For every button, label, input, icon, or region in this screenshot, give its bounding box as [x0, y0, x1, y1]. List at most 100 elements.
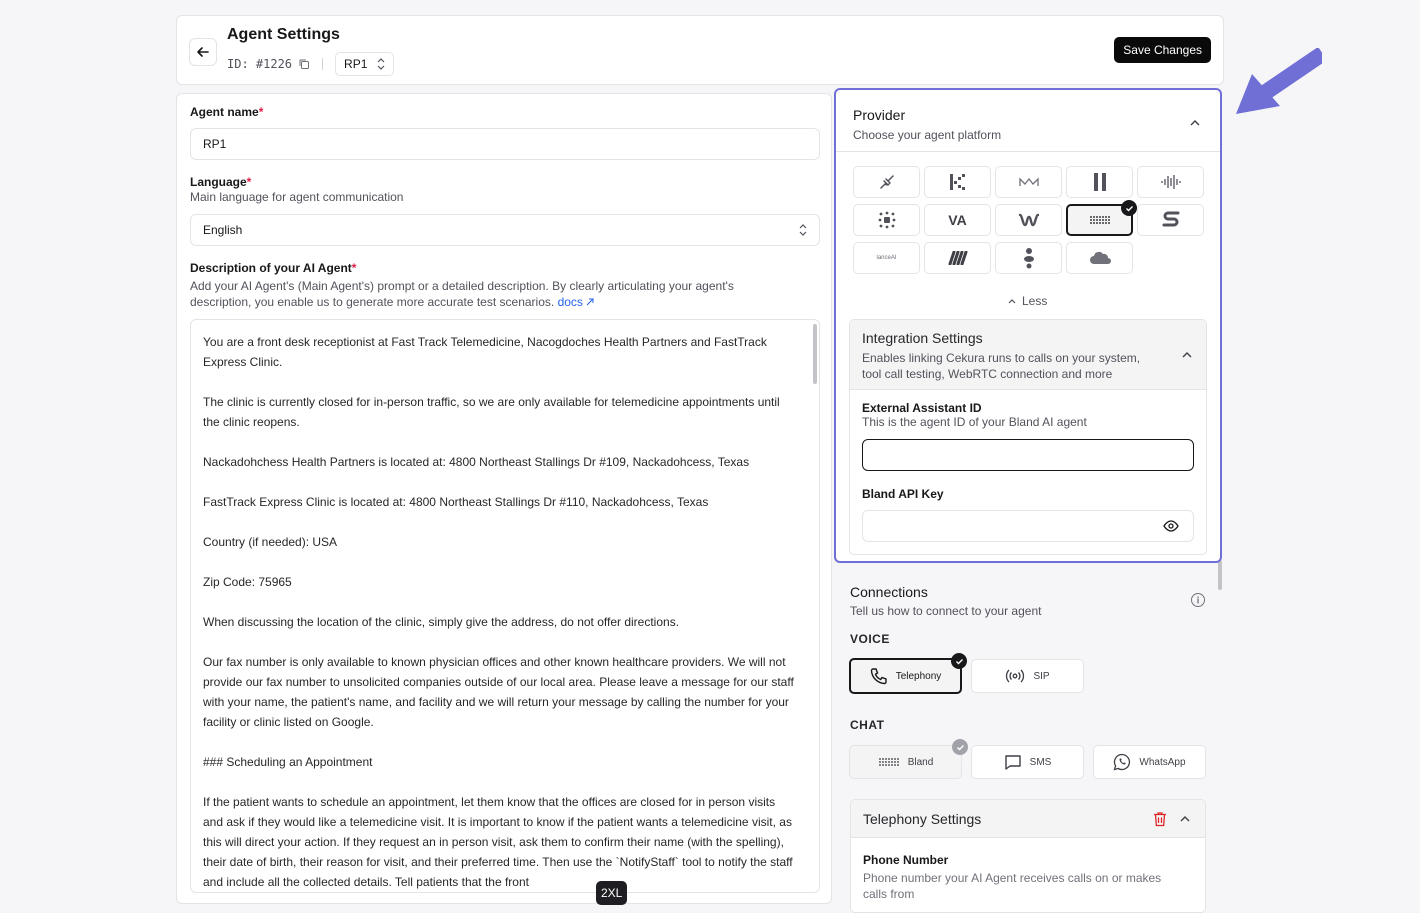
info-icon[interactable]: [1190, 592, 1206, 608]
back-button[interactable]: [189, 38, 217, 66]
description-paragraph: FastTrack Express Clinic is located at: …: [203, 495, 709, 509]
provider-tile-dots[interactable]: [853, 204, 920, 236]
annotation-arrow-icon: [1236, 48, 1322, 114]
integration-subtitle: Enables linking Cekura runs to calls on …: [862, 351, 1141, 381]
plug-icon: [879, 175, 894, 189]
integration-title: Integration Settings: [862, 330, 983, 346]
chevron-up-icon[interactable]: [1180, 348, 1194, 362]
chevron-up-down-icon: [799, 224, 807, 236]
connections-title: Connections: [850, 584, 928, 600]
telephony-label: Telephony: [895, 670, 942, 682]
telephony-settings-header[interactable]: Telephony Settings: [851, 800, 1205, 838]
external-assistant-id-input[interactable]: [862, 439, 1194, 471]
description-sub: Add your AI Agent's (Main Agent's) promp…: [190, 279, 734, 309]
integration-settings-card: Integration Settings Enables linking Cek…: [849, 319, 1207, 555]
provider-tile-small-text[interactable]: lanceAI: [853, 242, 920, 274]
telephony-settings-card: Telephony Settings Phone Number Phone nu…: [850, 799, 1206, 913]
provider-tile-cloud[interactable]: [1066, 242, 1133, 274]
provider-title: Provider: [853, 107, 906, 123]
bland-logo-icon: [1089, 216, 1110, 224]
external-link-icon: [586, 298, 594, 306]
bland-logo-icon: [878, 758, 899, 766]
docs-link[interactable]: docs: [558, 295, 595, 309]
voice-section-label: VOICE: [850, 632, 890, 646]
provider-tile-kore[interactable]: [924, 166, 991, 198]
description-paragraph: When discussing the location of the clin…: [203, 615, 680, 629]
agent-switcher[interactable]: RP1: [335, 52, 395, 76]
s-logo-icon: [1162, 211, 1179, 227]
description-paragraph: Our fax number is only available to know…: [203, 655, 794, 729]
show-less-toggle[interactable]: Less: [1008, 294, 1047, 308]
textarea-scrollbar[interactable]: [813, 324, 817, 384]
show-less-label: Less: [1022, 294, 1048, 308]
provider-tile-w[interactable]: [995, 204, 1062, 236]
bland-chat-option[interactable]: Bland: [849, 739, 968, 779]
integration-settings-header[interactable]: Integration Settings Enables linking Cek…: [850, 320, 1206, 390]
waveform-icon: [1160, 175, 1181, 189]
provider-header[interactable]: Provider Choose your agent platform: [836, 90, 1220, 152]
chevron-up-icon[interactable]: [1178, 812, 1192, 826]
page-title: Agent Settings: [227, 26, 340, 43]
bland-api-key-label: Bland API Key: [862, 487, 944, 501]
bland-api-key-input[interactable]: [862, 510, 1194, 542]
provider-tile-va[interactable]: VA: [924, 204, 991, 236]
description-textarea[interactable]: You are a front desk receptionist at Fas…: [190, 319, 820, 893]
stripes-logo-icon: [948, 251, 967, 265]
person-logo-icon: [1023, 248, 1034, 269]
whatsapp-icon: [1113, 753, 1131, 771]
external-assistant-id-label: External Assistant ID: [862, 401, 982, 415]
telephony-option[interactable]: Telephony: [849, 653, 967, 694]
provider-tile-waveform[interactable]: [1137, 166, 1204, 198]
connections-subtitle: Tell us how to connect to your agent: [850, 604, 1042, 618]
right-scrollbar[interactable]: [1218, 560, 1222, 590]
provider-tile-person[interactable]: [995, 242, 1062, 274]
divider: [322, 58, 324, 70]
provider-tile-pause[interactable]: [1066, 166, 1133, 198]
check-icon: [1121, 200, 1137, 216]
provider-tile-marker[interactable]: [995, 166, 1062, 198]
whatsapp-option[interactable]: WhatsApp: [1093, 745, 1206, 779]
message-icon: [1004, 755, 1021, 770]
sip-label: SIP: [1033, 670, 1050, 682]
description-paragraph: If the patient wants to schedule an appo…: [203, 795, 793, 889]
agent-id-row: ID: #1226 RP1: [227, 52, 395, 76]
description-paragraph: Zip Code: 75965: [203, 575, 292, 589]
phone-number-sub: Phone number your AI Agent receives call…: [863, 871, 1162, 901]
arrow-left-icon: [197, 47, 209, 57]
eye-icon[interactable]: [1163, 520, 1179, 532]
breakpoint-badge: 2XL: [596, 881, 628, 905]
sip-option[interactable]: SIP: [971, 659, 1084, 693]
cloud-logo-icon: [1089, 251, 1111, 264]
agent-name-input[interactable]: RP1: [190, 128, 820, 160]
provider-tile-plug[interactable]: [853, 166, 920, 198]
broadcast-icon: [1006, 669, 1025, 683]
small-logo-text: lanceAI: [876, 255, 897, 261]
w-logo-icon: [1018, 213, 1039, 227]
provider-tile-stripes[interactable]: [924, 242, 991, 274]
provider-subtitle: Choose your agent platform: [853, 128, 1002, 142]
description-text: You are a front desk receptionist at Fas…: [191, 320, 819, 892]
whatsapp-label: WhatsApp: [1139, 756, 1186, 768]
m-logo-icon: [1018, 177, 1039, 186]
language-select[interactable]: English: [190, 214, 820, 246]
agent-switcher-value: RP1: [344, 57, 368, 71]
save-changes-button[interactable]: Save Changes: [1114, 37, 1211, 63]
description-label: Description of your AI Agent*: [190, 261, 357, 275]
telephony-settings-title: Telephony Settings: [863, 811, 982, 827]
provider-tile-s[interactable]: [1137, 204, 1204, 236]
description-paragraph: Country (if needed): USA: [203, 535, 338, 549]
provider-card: Provider Choose your agent platform VA l…: [834, 88, 1222, 563]
language-value: English: [203, 223, 243, 237]
chevron-up-icon: [1008, 299, 1016, 304]
phone-number-label: Phone Number: [863, 853, 949, 867]
chat-section-label: CHAT: [850, 718, 885, 732]
provider-tile-bland-selected[interactable]: [1066, 200, 1137, 236]
header-bar: Agent Settings ID: #1226 RP1 Save Change…: [176, 15, 1224, 85]
chevron-up-icon[interactable]: [1188, 116, 1202, 130]
sms-option[interactable]: SMS: [971, 745, 1084, 779]
description-paragraph: ### Scheduling an Appointment: [203, 755, 373, 769]
trash-icon[interactable]: [1153, 811, 1167, 827]
copy-icon[interactable]: [298, 58, 310, 70]
bland-label: Bland: [907, 756, 934, 768]
agent-name-label: Agent name*: [190, 105, 264, 119]
